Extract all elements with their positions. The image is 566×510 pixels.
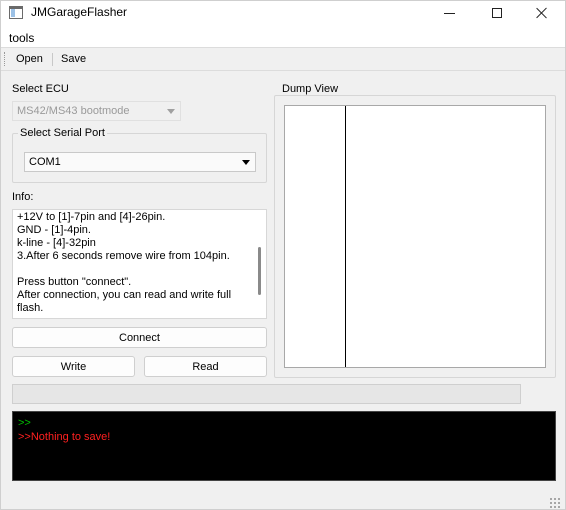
write-button[interactable]: Write (12, 356, 135, 377)
toolbar-grip-handle[interactable] (4, 52, 6, 66)
info-label: Info: (12, 191, 34, 203)
dump-view-title: Dump View (280, 83, 341, 95)
menu-bar: tools (1, 25, 565, 47)
title-bar[interactable]: JMGarageFlasher (1, 1, 565, 25)
menu-tools[interactable]: tools (9, 31, 34, 45)
toolbar-separator (52, 53, 53, 66)
maximize-button[interactable] (474, 1, 520, 25)
serial-port-select[interactable]: COM1 (24, 152, 256, 172)
console-line: >>Nothing to save! (18, 431, 111, 443)
info-scrollbar-thumb[interactable] (258, 247, 261, 295)
maximize-icon (492, 8, 502, 18)
open-button[interactable]: Open (16, 53, 43, 65)
info-line: 3.After 6 seconds remove wire from 104pi… (17, 250, 230, 262)
minimize-button[interactable] (426, 1, 472, 25)
info-line (17, 263, 253, 276)
progress-bar (12, 384, 521, 404)
toolbar: Open Save (1, 47, 565, 71)
serial-port-select-value: COM1 (29, 156, 61, 168)
ecu-select-value: MS42/MS43 bootmode (17, 105, 130, 117)
info-text: +12V to [1]-7pin and [4]-26pin. GND - [1… (17, 211, 253, 315)
minimize-icon (443, 12, 455, 14)
select-ecu-label: Select ECU (12, 83, 69, 95)
dump-view-area[interactable] (284, 105, 546, 368)
dump-column-divider (345, 106, 346, 367)
resize-grip-handle[interactable] (549, 497, 561, 509)
info-line: +12V to [1]-7pin and [4]-26pin. (17, 211, 166, 223)
ecu-select[interactable]: MS42/MS43 bootmode (12, 101, 181, 121)
close-button[interactable] (519, 1, 565, 25)
save-button[interactable]: Save (61, 53, 86, 65)
chevron-down-icon (242, 160, 250, 165)
info-text-area[interactable]: +12V to [1]-7pin and [4]-26pin. GND - [1… (12, 209, 267, 319)
read-button[interactable]: Read (144, 356, 267, 377)
console-line: >> (18, 417, 31, 429)
app-icon (9, 6, 23, 19)
info-line: GND - [1]-4pin. (17, 224, 91, 236)
info-line: k-line - [4]-32pin (17, 237, 96, 249)
info-line: After connection, you can read and write… (17, 289, 232, 301)
info-line: Press button "connect". (17, 276, 132, 288)
window-title: JMGarageFlasher (31, 5, 128, 19)
app-window: JMGarageFlasher tools Open Save Select E… (0, 0, 566, 510)
connect-button[interactable]: Connect (12, 327, 267, 348)
chevron-down-icon (167, 109, 175, 114)
serial-port-group-title: Select Serial Port (18, 127, 107, 139)
console-output[interactable]: >> >>Nothing to save! (12, 411, 556, 481)
close-icon (536, 7, 548, 19)
info-line: flash. (17, 302, 44, 314)
